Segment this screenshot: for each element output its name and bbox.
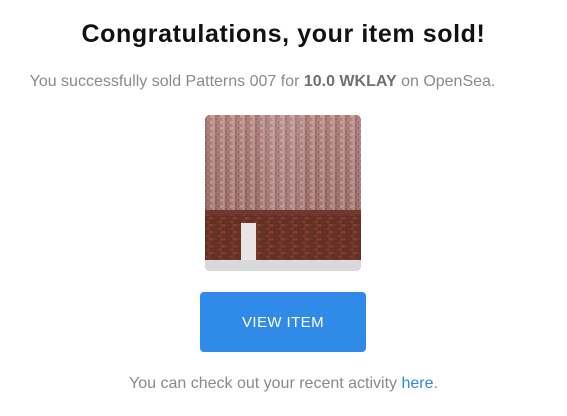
recent-activity-prefix: You can check out your recent activity [129,375,402,392]
sale-summary: You successfully sold Patterns 007 for 1… [0,73,525,91]
sale-price: 10.0 WKLAY [303,73,397,90]
recent-activity-link[interactable]: here [401,375,433,392]
page-title: Congratulations, your item sold! [81,20,486,48]
sale-summary-prefix: You successfully sold Patterns 007 for [29,73,304,90]
sale-summary-suffix: on OpenSea. [396,73,496,90]
recent-activity-suffix: . [433,375,438,392]
item-image[interactable] [205,115,361,271]
brick-wall-photo [205,115,361,271]
sale-notification-card: Congratulations, your item sold! You suc… [0,0,567,416]
view-item-button[interactable]: VIEW ITEM [200,292,366,352]
recent-activity-note: You can check out your recent activity h… [0,375,567,393]
